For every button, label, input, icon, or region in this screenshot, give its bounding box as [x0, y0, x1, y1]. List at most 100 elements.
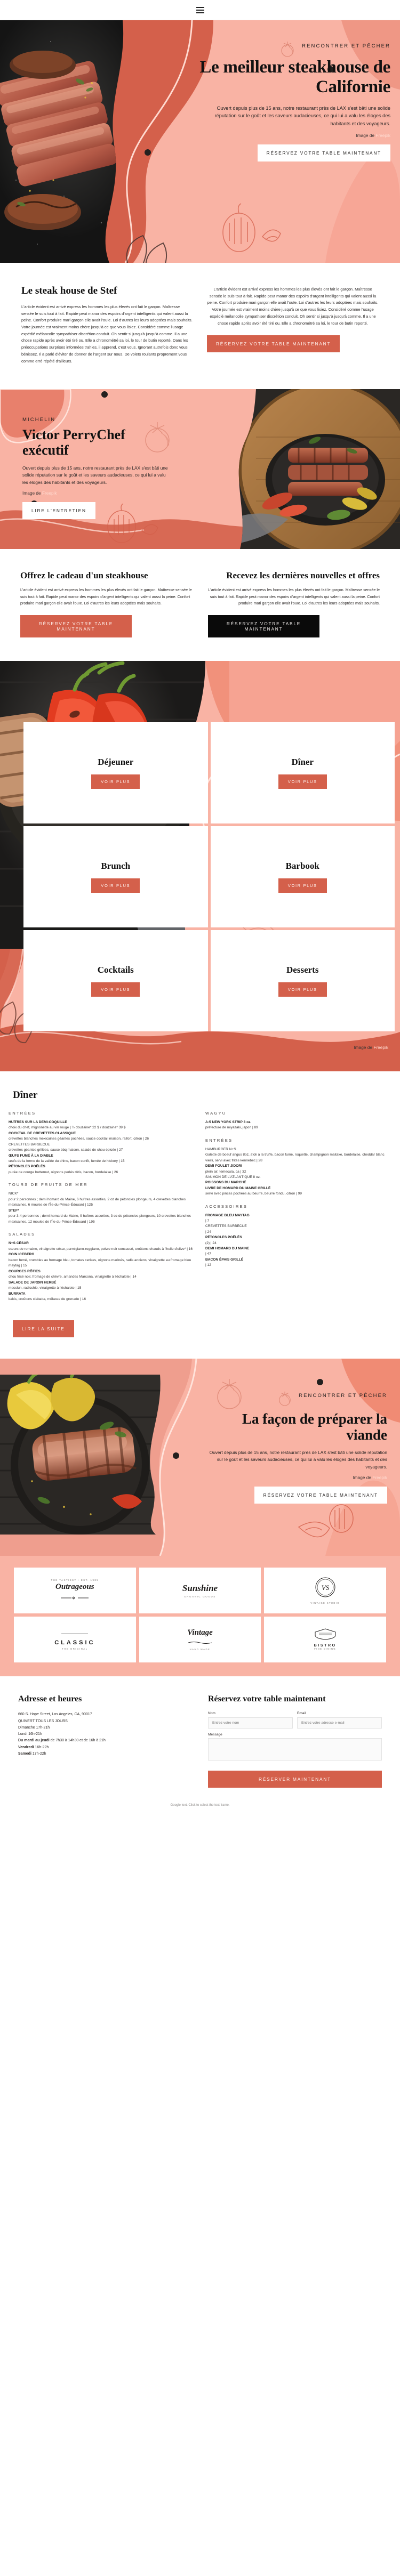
- logo-sub: HAND MADE: [189, 1648, 211, 1651]
- top-bar: [0, 0, 400, 20]
- credit-source-link[interactable]: Freepik: [373, 1045, 388, 1050]
- logo-item[interactable]: CLASSIC THE ORIGINAL: [14, 1616, 136, 1662]
- menu-card-button[interactable]: VOIR PLUS: [278, 982, 327, 997]
- hamburger-menu-icon[interactable]: [196, 6, 204, 13]
- hero-reserve-button[interactable]: RÉSERVEZ VOTRE TABLE MAINTENANT: [257, 144, 390, 162]
- menu-group-heading: TOURS DE FRUITS DE MER: [9, 1182, 88, 1188]
- logo-sub: ORGANIC GOODS: [184, 1595, 216, 1598]
- name-field[interactable]: [208, 1717, 293, 1729]
- menu-card-button[interactable]: VOIR PLUS: [91, 982, 140, 997]
- menu-card-title: Dîner: [291, 756, 314, 767]
- stef-reserve-button[interactable]: RÉSERVEZ VOTRE TABLE MAINTENANT: [207, 335, 340, 353]
- menu-card[interactable]: Desserts VOIR PLUS: [210, 930, 395, 1031]
- newsletter-reserve-button[interactable]: RÉSERVEZ VOTRE TABLE MAINTENANT: [208, 615, 319, 637]
- menu-item: A-5 NEW YORK STRIP 3 oz. préfecture de m…: [205, 1120, 391, 1131]
- gift-reserve-button[interactable]: RÉSERVEZ VOTRE TABLE MAINTENANT: [20, 615, 132, 637]
- message-field[interactable]: [208, 1738, 382, 1761]
- reserve-now-submit-button[interactable]: RÉSERVER MAINTENANT: [208, 1771, 382, 1788]
- hours-row: Samedi 17h-22h: [18, 1751, 192, 1757]
- menu-card-button[interactable]: VOIR PLUS: [91, 774, 140, 789]
- menu-item: POISSONS DU MARCHÉ: [205, 1180, 391, 1185]
- menu-item-name: N+S CÉSAR: [9, 1241, 29, 1246]
- menu-categories-section: Déjeuner VOIR PLUS Dîner VOIR PLUS Brunc…: [0, 660, 400, 1071]
- menu-card-grid: Déjeuner VOIR PLUS Dîner VOIR PLUS Brunc…: [0, 661, 400, 1053]
- menu-item-name: PÉTONCLES POÊLÉS: [9, 1165, 45, 1169]
- two-column-cta-section: Offrez le cadeau d'un steakhouse L'artic…: [0, 549, 400, 661]
- menu-item: COCKTAIL DE CREVETTES CLASSIQUE crevette…: [9, 1131, 195, 1142]
- copyright-bar: Google text. Click to select the text fr…: [0, 1797, 400, 1816]
- hours-label: Samedi: [18, 1751, 31, 1756]
- message-label: Message: [208, 1733, 222, 1737]
- credit-prefix: Image de: [354, 1044, 374, 1050]
- hero-steak-photo: [0, 20, 124, 263]
- hours-value: de 7h30 à 14h30 et de 16h à 21h: [50, 1739, 106, 1743]
- menu-card[interactable]: Cocktails VOIR PLUS: [23, 930, 208, 1031]
- menu-item-desc: choix du chef, mignonette au vin rouge |…: [9, 1126, 126, 1130]
- footer-address-column: Adresse et heures 660 S. Hope Street, Lo…: [18, 1694, 192, 1788]
- gift-body: L'article évident est arrivé express les…: [20, 587, 192, 606]
- menu-item-name: NICK*: [9, 1192, 19, 1196]
- menu-item-desc: bacon fumé, crumbles au fromage bleu, to…: [9, 1258, 191, 1268]
- menu-item: HAMBURGER N+S Galette de boeuf angus 8oz…: [205, 1147, 391, 1164]
- menu-card[interactable]: Déjeuner VOIR PLUS: [23, 722, 208, 823]
- menu-item: ŒUFS FUMÉ À LA DIABLE œufs de la ferme d…: [9, 1153, 195, 1165]
- logo-rule-icon: [61, 1634, 89, 1635]
- menu-item-name: BACON ÉPAIS GRILLÉ: [205, 1258, 244, 1262]
- newsletter-body: L'article évident est arrivé express les…: [208, 587, 380, 606]
- logo-flourish-icon: [188, 1641, 212, 1644]
- menu-item: LIVRE DE HOMARD DU MAINE GRILLÉ servi av…: [205, 1186, 391, 1197]
- newsletter-title: Recevez les dernières nouvelles et offre…: [226, 570, 380, 581]
- menu-card[interactable]: Brunch VOIR PLUS: [23, 826, 208, 927]
- credit-source-link[interactable]: Freepik: [375, 133, 390, 138]
- logo-item[interactable]: Sunshine ORGANIC GOODS: [139, 1567, 261, 1613]
- logo-item[interactable]: BISTRO FINE DINING: [264, 1616, 386, 1662]
- footer-section: Adresse et heures 660 S. Hope Street, Lo…: [0, 1676, 400, 1798]
- menu-item-name: DEMI POULET JIDORI: [205, 1164, 242, 1168]
- credit-source-link[interactable]: Freepik: [372, 1475, 387, 1480]
- name-label: Nom: [208, 1711, 215, 1716]
- logo-item[interactable]: Vintage HAND MADE: [139, 1616, 261, 1662]
- diner-read-more-button[interactable]: LIRE LA SUITE: [13, 1320, 74, 1337]
- prep-reserve-button[interactable]: RÉSERVEZ VOTRE TABLE MAINTENANT: [254, 1486, 387, 1504]
- address-line: 660 S. Hope Street, Los Angeles, CA, 900…: [18, 1713, 92, 1717]
- menu-card[interactable]: Barbook VOIR PLUS: [210, 826, 395, 927]
- menu-item-desc: mesclun, radicchio, vinaigrette à l'écha…: [9, 1286, 82, 1290]
- hero-body: Ouvert depuis plus de 15 ans, notre rest…: [214, 105, 390, 127]
- menu-card-button[interactable]: VOIR PLUS: [278, 774, 327, 789]
- menu-card[interactable]: Dîner VOIR PLUS: [210, 722, 395, 823]
- form-field: Email: [297, 1711, 382, 1729]
- hero-title: Le meilleur steakhouse de Californie: [199, 58, 390, 97]
- menu-item-name: CREVETTES BARBECUE: [9, 1142, 50, 1146]
- logo-crest-icon: [315, 1628, 336, 1640]
- address-line: Dimanche 17h-21h: [18, 1725, 50, 1730]
- form-field: Nom: [208, 1711, 293, 1729]
- menu-item-desc: cœurs de romaine, vinaigrette césar, par…: [9, 1247, 193, 1251]
- hours-label: Du mardi au jeudi: [18, 1739, 50, 1743]
- email-field[interactable]: [297, 1717, 382, 1729]
- prep-eyebrow: RENCONTRER ET PÊCHER: [299, 1392, 387, 1399]
- logo-flourish-icon: [61, 1596, 89, 1600]
- logo-item[interactable]: VS VINTAGE STUDIO: [264, 1567, 386, 1613]
- menu-group: WAGYU A-5 NEW YORK STRIP 3 oz. préfectur…: [205, 1111, 391, 1131]
- chef-read-interview-button[interactable]: LIRE L'ENTRETIEN: [22, 502, 95, 520]
- email-label: Email: [297, 1711, 306, 1716]
- logo-sub: VINTAGE STUDIO: [310, 1601, 340, 1604]
- tomato-icon: [281, 42, 294, 57]
- menu-item-name: BURRATA: [9, 1291, 26, 1296]
- address-line: QUIVERT TOUS LES JOURS: [18, 1719, 68, 1723]
- logo-name-text: VS: [321, 1584, 329, 1592]
- menu-item-desc: œufs de la ferme de la vallée du chino, …: [9, 1159, 125, 1163]
- menu-card-button[interactable]: VOIR PLUS: [91, 878, 140, 893]
- menu-group: ENTRÉES HUÎTRES SUR LA DEMI-COQUILLE cho…: [9, 1111, 195, 1175]
- menu-item-desc: (2) | 24: [205, 1241, 217, 1245]
- menu-item-desc: chou frisé noir, fromage de chèvre, aman…: [9, 1275, 137, 1279]
- menu-card-title: Cocktails: [97, 964, 134, 975]
- newsletter-column: Recevez les dernières nouvelles et offre…: [208, 570, 380, 637]
- gift-card-column: Offrez le cadeau d'un steakhouse L'artic…: [20, 570, 192, 637]
- logo-item[interactable]: THE TASTIEST • EST. 1985 Outrageous: [14, 1567, 136, 1613]
- menu-item-desc: | 12: [205, 1263, 211, 1267]
- menu-card-button[interactable]: VOIR PLUS: [278, 878, 327, 893]
- credit-source-link[interactable]: Freepik: [42, 490, 57, 496]
- menu-item-name: HAMBURGER N+S: [205, 1147, 236, 1151]
- menu-item: SALADE DE JARDIN HERBÉ mesclun, radicchi…: [9, 1280, 195, 1291]
